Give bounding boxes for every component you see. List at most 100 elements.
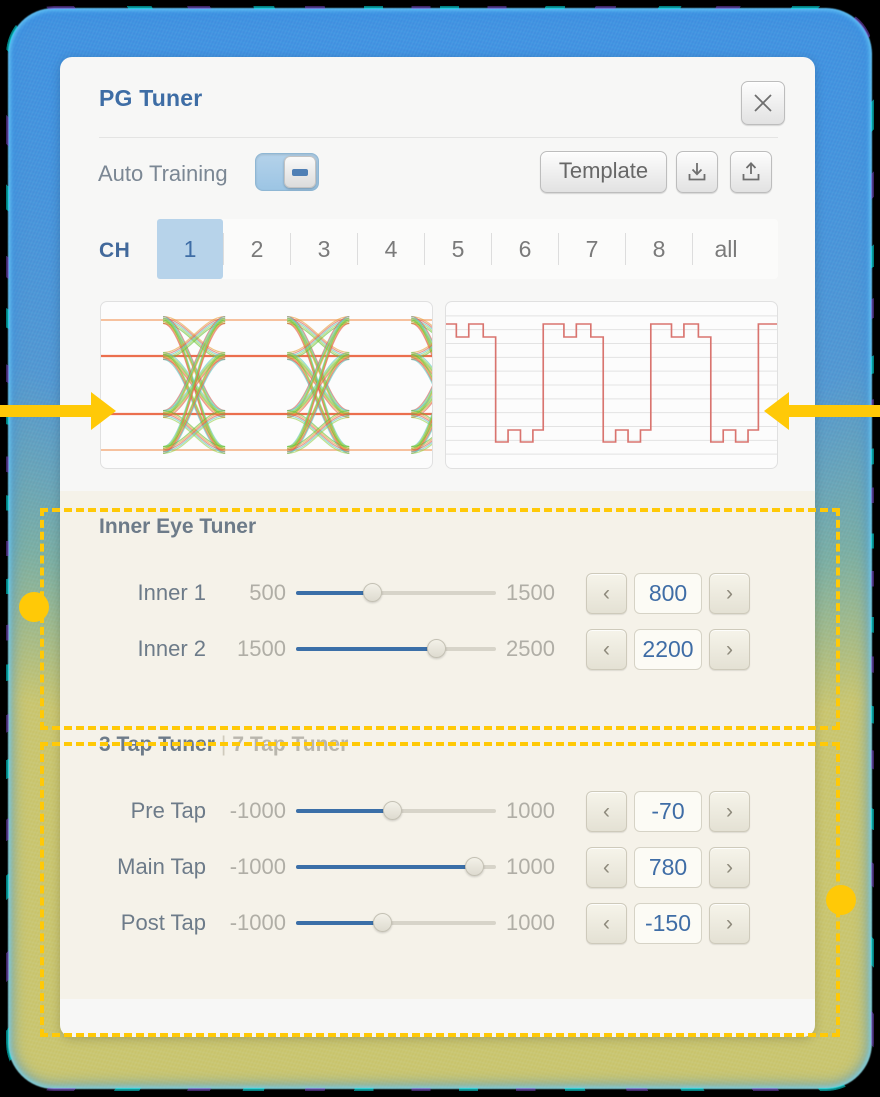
tap-label: Post Tap (120, 910, 206, 935)
plots-row (60, 301, 815, 491)
chevron-left-icon[interactable]: ‹ (586, 790, 627, 832)
tap-stepper: ‹ -150 › (586, 902, 750, 944)
slider-handle[interactable] (363, 583, 382, 602)
slider-fill (296, 647, 436, 651)
tap-min-value: -1000 (229, 854, 286, 879)
tap-stepper: ‹ 780 › (586, 846, 750, 888)
tap-stepper: ‹ -70 › (586, 790, 750, 832)
annotation-arrow-pointing-to-eye-diagram (0, 392, 116, 430)
tap-slider[interactable] (296, 857, 496, 877)
toggle-knob (284, 156, 316, 188)
dialog-header: PG Tuner (60, 57, 815, 145)
waveform-plot (446, 315, 777, 455)
channel-tab-all[interactable]: all (693, 219, 759, 279)
slider-handle[interactable] (383, 801, 402, 820)
tap-label: Pre Tap (130, 798, 206, 823)
channel-tab-6[interactable]: 6 (492, 219, 558, 279)
tap-min-value: -1000 (229, 798, 286, 823)
tap-min-value: -1000 (229, 910, 286, 935)
tap-value-field[interactable]: 780 (634, 846, 702, 888)
download-button[interactable] (676, 151, 718, 193)
chevron-right-icon[interactable]: › (709, 628, 750, 670)
tap-tuner-title-separator: | (220, 733, 227, 756)
tap-slider[interactable] (296, 913, 496, 933)
annotation-handle-inner-eye (19, 592, 49, 622)
tap-row: Post Tap -1000 1000 ‹ -150 › (60, 895, 815, 951)
slider-handle[interactable] (373, 913, 392, 932)
screenshot-root: PG Tuner Auto Training Template CH 1 2 3… (0, 0, 880, 1097)
inner-eye-label: Inner 1 (137, 580, 207, 605)
inner-eye-stepper: ‹ 2200 › (586, 628, 750, 670)
auto-training-row: Auto Training Template (60, 145, 815, 219)
pg-tuner-dialog: PG Tuner Auto Training Template CH 1 2 3… (60, 57, 815, 1037)
tap-row: Main Tap -1000 1000 ‹ 780 › (60, 839, 815, 895)
annotation-handle-tap-tuner (826, 885, 856, 915)
tap-max-value: 1000 (506, 910, 555, 935)
inner-eye-row: Inner 1 500 1500 ‹ 800 › (60, 565, 815, 621)
chevron-right-icon[interactable]: › (709, 902, 750, 944)
eye-diagram (101, 316, 432, 454)
chevron-left-icon[interactable]: ‹ (586, 846, 627, 888)
tap-tuner-title: 3 Tap Tuner | 7 Tap Tuner (60, 709, 815, 757)
upload-button[interactable] (730, 151, 772, 193)
tap-max-value: 1000 (506, 798, 555, 823)
chevron-right-icon[interactable]: › (709, 790, 750, 832)
tap-slider[interactable] (296, 801, 496, 821)
page-title: PG Tuner (99, 85, 203, 111)
upload-icon (742, 161, 760, 181)
channel-tab-5[interactable]: 5 (425, 219, 491, 279)
inner-eye-min-value: 500 (249, 580, 286, 605)
inner-eye-tuner-title: Inner Eye Tuner (99, 515, 257, 538)
close-button[interactable] (741, 81, 785, 125)
channel-tab-1[interactable]: 1 (157, 219, 223, 279)
template-button[interactable]: Template (540, 151, 667, 193)
channel-tab-7[interactable]: 7 (559, 219, 625, 279)
inner-eye-max-value: 2500 (506, 636, 555, 661)
tap-max-value: 1000 (506, 854, 555, 879)
auto-training-toggle[interactable] (255, 153, 319, 191)
tap-tuner-rows: Pre Tap -1000 1000 ‹ -70 › Main Tap -1000 1000 ‹ 7… (60, 757, 815, 981)
channel-tab-4[interactable]: 4 (358, 219, 424, 279)
tap-value-field[interactable]: -150 (634, 902, 702, 944)
inner-eye-value-field[interactable]: 800 (634, 572, 702, 614)
auto-training-label: Auto Training (98, 161, 228, 186)
inner-eye-max-value: 1500 (506, 580, 555, 605)
chevron-left-icon[interactable]: ‹ (586, 572, 627, 614)
inner-eye-rows: Inner 1 500 1500 ‹ 800 › Inner 2 1500 2500 ‹ 2200 › (60, 539, 815, 707)
tab-7-tap-tuner[interactable]: 7 Tap Tuner (232, 733, 348, 756)
chevron-left-icon[interactable]: ‹ (586, 628, 627, 670)
tap-tuner-section: 3 Tap Tuner | 7 Tap Tuner Pre Tap -1000 1000… (60, 709, 815, 999)
tap-row: Pre Tap -1000 1000 ‹ -70 › (60, 783, 815, 839)
tab-3-tap-tuner[interactable]: 3 Tap Tuner (99, 733, 215, 756)
slider-handle[interactable] (427, 639, 446, 658)
slider-fill (296, 809, 392, 813)
tap-value-field[interactable]: -70 (634, 790, 702, 832)
channel-tab-3[interactable]: 3 (291, 219, 357, 279)
download-icon (688, 163, 706, 181)
chevron-left-icon[interactable]: ‹ (586, 902, 627, 944)
eye-diagram-panel[interactable] (100, 301, 433, 469)
inner-eye-label: Inner 2 (137, 636, 207, 661)
slider-fill (296, 865, 474, 869)
inner-eye-slider[interactable] (296, 639, 496, 659)
channel-tab-2[interactable]: 2 (224, 219, 290, 279)
channel-label: CH (99, 239, 131, 262)
waveform-panel[interactable] (445, 301, 778, 469)
header-divider (99, 137, 778, 138)
chevron-right-icon[interactable]: › (709, 572, 750, 614)
close-icon (754, 94, 772, 112)
inner-eye-value-field[interactable]: 2200 (634, 628, 702, 670)
annotation-arrow-pointing-to-waveform (764, 392, 880, 430)
slider-fill (296, 921, 382, 925)
channel-tabs: 1 2 3 4 5 6 7 8 all (157, 219, 778, 279)
slider-handle[interactable] (465, 857, 484, 876)
inner-eye-slider[interactable] (296, 583, 496, 603)
chevron-right-icon[interactable]: › (709, 846, 750, 888)
tap-label: Main Tap (117, 854, 206, 879)
inner-eye-stepper: ‹ 800 › (586, 572, 750, 614)
inner-eye-min-value: 1500 (237, 636, 286, 661)
toggle-knob-dash-icon (292, 168, 308, 176)
inner-eye-tuner-section: Inner Eye Tuner Inner 1 500 1500 ‹ 800 › Inner… (60, 491, 815, 709)
channel-tab-8[interactable]: 8 (626, 219, 692, 279)
channel-selector-row: CH 1 2 3 4 5 6 7 8 all (60, 219, 815, 301)
